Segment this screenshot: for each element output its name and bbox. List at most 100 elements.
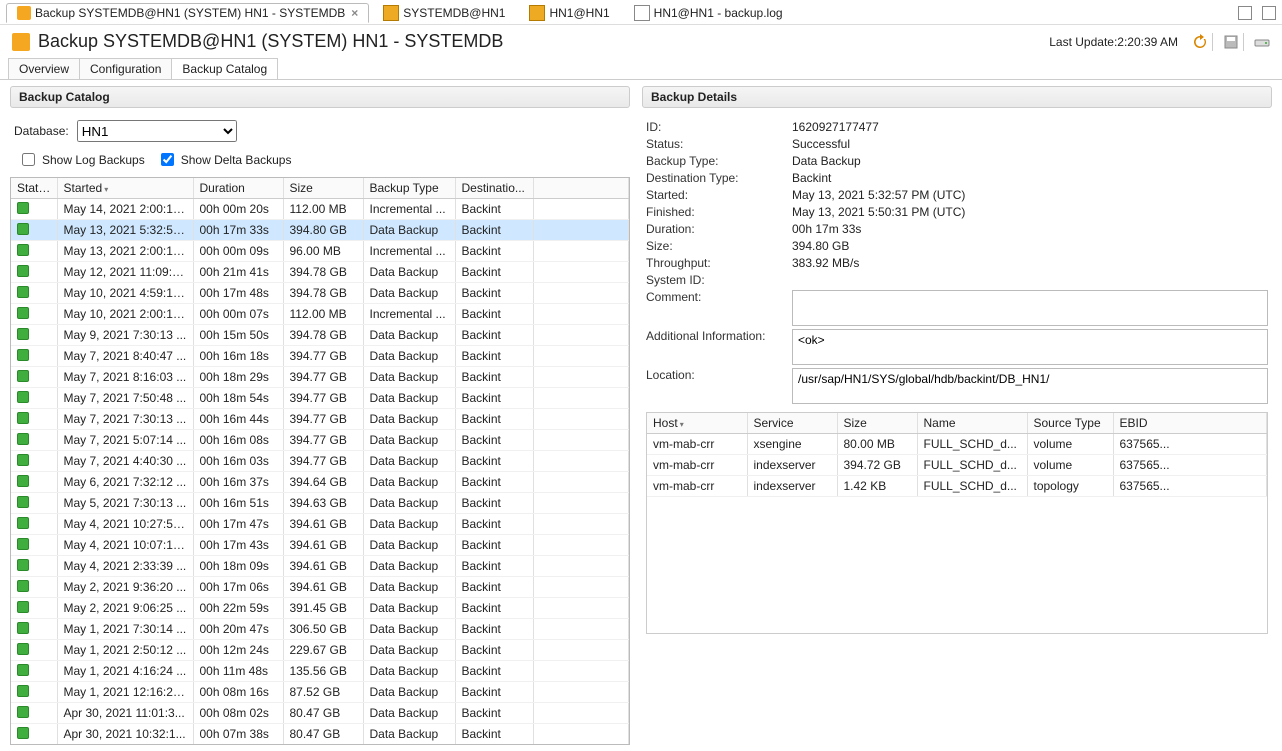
- location-textarea[interactable]: [792, 368, 1268, 404]
- table-row[interactable]: Apr 30, 2021 11:01:3...00h 08m 02s80.47 …: [11, 703, 629, 724]
- name-cell: FULL_SCHD_d...: [917, 455, 1027, 476]
- status-cell: [11, 556, 57, 577]
- database-select[interactable]: HN1: [77, 120, 237, 142]
- save-button[interactable]: [1223, 34, 1239, 50]
- table-row[interactable]: May 7, 2021 4:40:30 ...00h 16m 03s394.77…: [11, 451, 629, 472]
- table-row[interactable]: May 12, 2021 11:09:5...00h 21m 41s394.78…: [11, 262, 629, 283]
- table-row[interactable]: May 10, 2021 2:00:14...00h 00m 07s112.00…: [11, 304, 629, 325]
- lbl-status: Status:: [646, 137, 776, 151]
- size-cell: 394.80 GB: [283, 220, 363, 241]
- type-cell: Data Backup: [363, 640, 455, 661]
- minimize-icon[interactable]: [1238, 6, 1252, 20]
- table-row[interactable]: May 4, 2021 10:27:57...00h 17m 47s394.61…: [11, 514, 629, 535]
- dest-cell: Backint: [455, 430, 533, 451]
- show-delta-backups-checkbox[interactable]: Show Delta Backups: [157, 150, 292, 169]
- subtab-backup-catalog[interactable]: Backup Catalog: [171, 58, 278, 79]
- duration-cell: 00h 12m 24s: [193, 640, 283, 661]
- subtab-overview[interactable]: Overview: [8, 58, 80, 79]
- col-destination[interactable]: Destinatio...: [455, 178, 533, 199]
- status-ok-icon: [17, 601, 29, 613]
- started-cell: May 7, 2021 5:07:14 ...: [57, 430, 193, 451]
- col-service[interactable]: Service: [747, 413, 837, 434]
- catalog-table[interactable]: Status Started Duration Size Backup Type…: [11, 178, 629, 744]
- maximize-icon[interactable]: [1262, 6, 1276, 20]
- table-row[interactable]: May 10, 2021 4:59:10...00h 17m 48s394.78…: [11, 283, 629, 304]
- catalog-table-scroll[interactable]: Status Started Duration Size Backup Type…: [11, 178, 629, 744]
- col-filler: [533, 178, 629, 199]
- add-info-textarea[interactable]: [792, 329, 1268, 365]
- table-row[interactable]: May 7, 2021 7:30:13 ...00h 16m 44s394.77…: [11, 409, 629, 430]
- table-row[interactable]: May 14, 2021 2:00:13...00h 00m 20s112.00…: [11, 199, 629, 220]
- table-row[interactable]: May 2, 2021 9:06:25 ...00h 22m 59s391.45…: [11, 598, 629, 619]
- col-status[interactable]: Status: [11, 178, 57, 199]
- started-cell: May 2, 2021 9:06:25 ...: [57, 598, 193, 619]
- type-cell: Data Backup: [363, 472, 455, 493]
- dest-cell: Backint: [455, 388, 533, 409]
- host-table-box[interactable]: Host Service Size Name Source Type EBID …: [646, 412, 1268, 634]
- table-row[interactable]: vm-mab-crrindexserver1.42 KBFULL_SCHD_d.…: [647, 476, 1267, 497]
- backup-icon: [12, 33, 30, 51]
- table-row[interactable]: May 13, 2021 2:00:13...00h 00m 09s96.00 …: [11, 241, 629, 262]
- host-table[interactable]: Host Service Size Name Source Type EBID …: [647, 413, 1267, 497]
- ebid-cell: 637565...: [1113, 434, 1267, 455]
- table-row[interactable]: May 4, 2021 10:07:13...00h 17m 43s394.61…: [11, 535, 629, 556]
- tab-backup-log[interactable]: HN1@HN1 - backup.log: [624, 3, 793, 23]
- show-log-backups-input[interactable]: [22, 153, 35, 166]
- table-row[interactable]: May 13, 2021 5:32:57...00h 17m 33s394.80…: [11, 220, 629, 241]
- table-row[interactable]: May 1, 2021 4:16:24 ...00h 11m 48s135.56…: [11, 661, 629, 682]
- size-cell: 394.77 GB: [283, 430, 363, 451]
- table-row[interactable]: May 7, 2021 8:16:03 ...00h 18m 29s394.77…: [11, 367, 629, 388]
- status-cell: [11, 199, 57, 220]
- table-row[interactable]: May 1, 2021 7:30:14 ...00h 20m 47s306.50…: [11, 619, 629, 640]
- comment-textarea[interactable]: [792, 290, 1268, 326]
- hsize-cell: 1.42 KB: [837, 476, 917, 497]
- col-duration[interactable]: Duration: [193, 178, 283, 199]
- panel-header-details: Backup Details: [642, 86, 1272, 108]
- refresh-button[interactable]: [1192, 34, 1208, 50]
- table-row[interactable]: May 2, 2021 9:36:20 ...00h 17m 06s394.61…: [11, 577, 629, 598]
- tab-backup-editor[interactable]: Backup SYSTEMDB@HN1 (SYSTEM) HN1 - SYSTE…: [6, 3, 369, 23]
- size-cell: 394.77 GB: [283, 346, 363, 367]
- drive-button[interactable]: [1254, 34, 1270, 50]
- table-row[interactable]: May 7, 2021 8:40:47 ...00h 16m 18s394.77…: [11, 346, 629, 367]
- system-icon: [383, 5, 399, 21]
- type-cell: Data Backup: [363, 220, 455, 241]
- started-cell: May 1, 2021 2:50:12 ...: [57, 640, 193, 661]
- col-started[interactable]: Started: [57, 178, 193, 199]
- table-row[interactable]: vm-mab-crrindexserver394.72 GBFULL_SCHD_…: [647, 455, 1267, 476]
- val-throughput: 383.92 MB/s: [792, 256, 1268, 270]
- col-size[interactable]: Size: [283, 178, 363, 199]
- lbl-add-info: Additional Information:: [646, 329, 776, 365]
- show-log-backups-checkbox[interactable]: Show Log Backups: [18, 150, 145, 169]
- table-row[interactable]: May 9, 2021 7:30:13 ...00h 15m 50s394.78…: [11, 325, 629, 346]
- table-row[interactable]: vm-mab-crrxsengine80.00 MBFULL_SCHD_d...…: [647, 434, 1267, 455]
- col-hsize[interactable]: Size: [837, 413, 917, 434]
- last-update-label: Last Update:2:20:39 AM: [1049, 35, 1178, 49]
- table-row[interactable]: May 5, 2021 7:30:13 ...00h 16m 51s394.63…: [11, 493, 629, 514]
- dest-cell: Backint: [455, 409, 533, 430]
- close-icon[interactable]: ×: [351, 6, 358, 20]
- system-icon: [529, 5, 545, 21]
- col-ebid[interactable]: EBID: [1113, 413, 1267, 434]
- col-host[interactable]: Host: [647, 413, 747, 434]
- col-name[interactable]: Name: [917, 413, 1027, 434]
- table-row[interactable]: May 7, 2021 7:50:48 ...00h 18m 54s394.77…: [11, 388, 629, 409]
- col-backup-type[interactable]: Backup Type: [363, 178, 455, 199]
- table-row[interactable]: Apr 30, 2021 10:32:1...00h 07m 38s80.47 …: [11, 724, 629, 745]
- col-source-type[interactable]: Source Type: [1027, 413, 1113, 434]
- type-cell: Data Backup: [363, 556, 455, 577]
- type-cell: Data Backup: [363, 451, 455, 472]
- subtab-configuration[interactable]: Configuration: [79, 58, 172, 79]
- dest-cell: Backint: [455, 199, 533, 220]
- tab-hn1[interactable]: HN1@HN1: [519, 3, 619, 23]
- duration-cell: 00h 00m 07s: [193, 304, 283, 325]
- table-row[interactable]: May 4, 2021 2:33:39 ...00h 18m 09s394.61…: [11, 556, 629, 577]
- table-row[interactable]: May 1, 2021 2:50:12 ...00h 12m 24s229.67…: [11, 640, 629, 661]
- show-delta-backups-input[interactable]: [161, 153, 174, 166]
- size-cell: 306.50 GB: [283, 619, 363, 640]
- tab-systemdb[interactable]: SYSTEMDB@HN1: [373, 3, 515, 23]
- table-row[interactable]: May 7, 2021 5:07:14 ...00h 16m 08s394.77…: [11, 430, 629, 451]
- table-row[interactable]: May 1, 2021 12:16:21...00h 08m 16s87.52 …: [11, 682, 629, 703]
- table-row[interactable]: May 6, 2021 7:32:12 ...00h 16m 37s394.64…: [11, 472, 629, 493]
- dest-cell: Backint: [455, 493, 533, 514]
